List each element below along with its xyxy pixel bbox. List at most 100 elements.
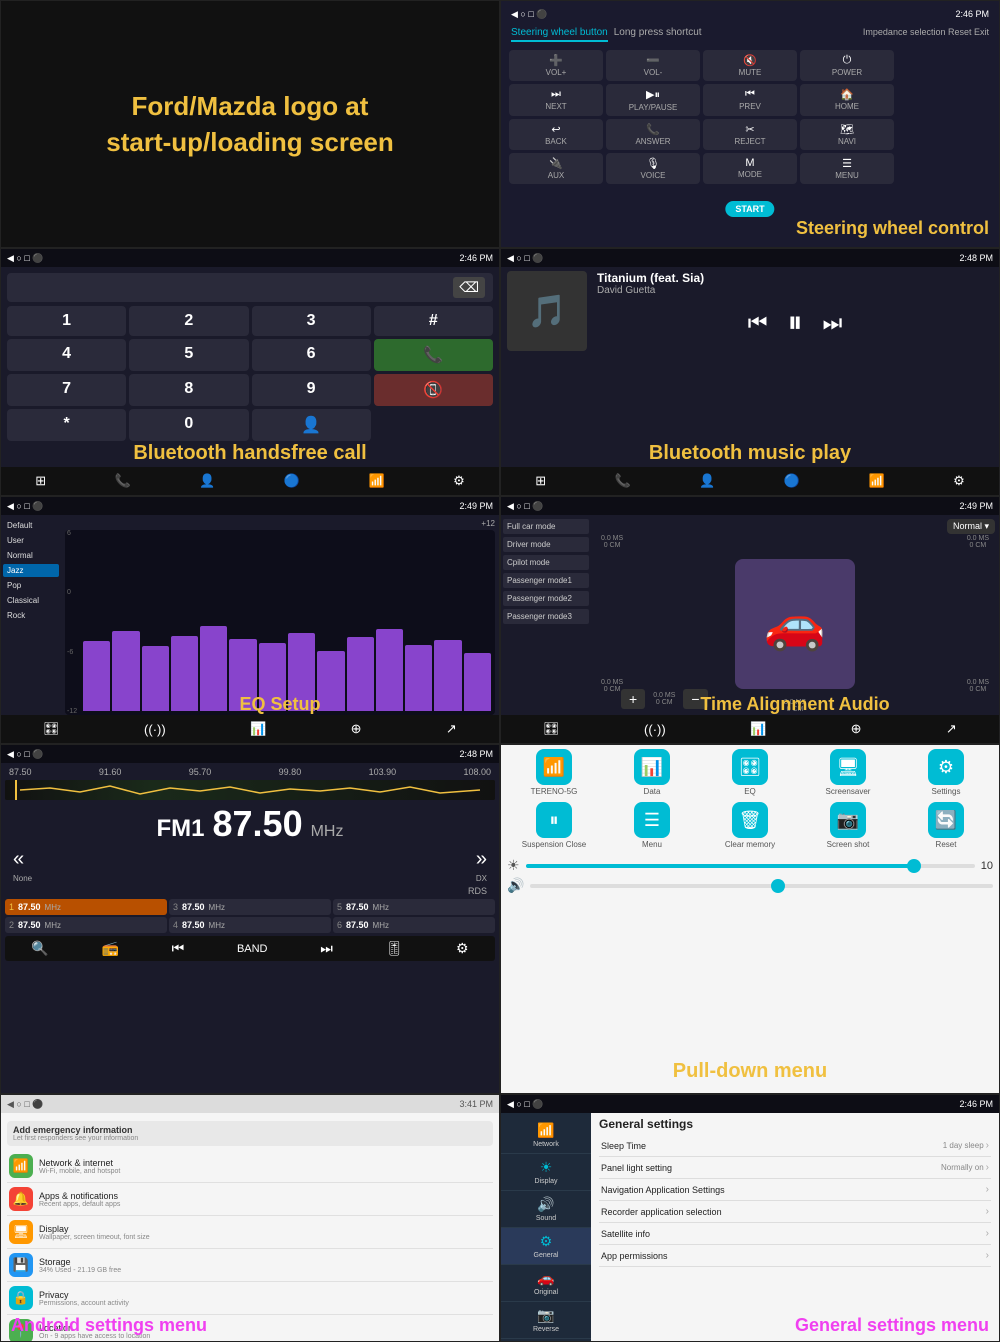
sw-btn-mode[interactable]: MMODE [703,153,797,184]
pd-screen-item[interactable]: 🖥 Screensaver [801,749,895,796]
gs-item-general[interactable]: ⚙ General [501,1228,591,1265]
gs-row-panel[interactable]: Panel light setting Normally on › [599,1157,991,1179]
nav-eq-eq[interactable]: ⊕ [351,721,362,737]
pd-shot-item[interactable]: 📷 Screen shot [801,802,895,849]
fm-preset-1[interactable]: 1 87.50 MHz [5,899,167,915]
sw-btn-power[interactable]: ⏻POWER [800,50,894,81]
nav-contacts2-icon[interactable]: 👤 [699,473,715,489]
ta-mode-driver[interactable]: Driver mode [503,537,589,552]
nav-bt2-icon[interactable]: 📶 [368,473,384,489]
sw-btn-mute[interactable]: 🔇MUTE [703,50,797,81]
fm-search-icon[interactable]: 🔍 [31,940,48,957]
nav-bt4-icon[interactable]: 📶 [868,473,884,489]
fm-band-btn[interactable]: BAND [237,943,268,955]
sw-btn-voice[interactable]: 🎙VOICE [606,153,700,184]
nav-ta-signal[interactable]: 📊 [750,721,766,737]
fm-preset-2[interactable]: 2 87.50 MHz [5,917,167,933]
sw-btn-playpause[interactable]: ▶⏸PLAY/PAUSE [606,84,700,116]
nav-phone-icon[interactable]: 📞 [115,473,131,489]
nav-settings2-icon[interactable]: ⚙ [953,473,965,489]
nav-settings-icon[interactable]: ⚙ [453,473,465,489]
ta-mode-pass2[interactable]: Passenger mode2 [503,591,589,606]
pd-susp-item[interactable]: ⏸ Suspension Close [507,802,601,849]
nav-phone2-icon[interactable]: 📞 [615,473,631,489]
fm-settings-icon[interactable]: ⚙ [456,940,469,957]
fm-prev-icon[interactable]: ⏮ [172,940,185,957]
gs-item-sound[interactable]: 🔊 Sound [501,1191,591,1228]
pd-wifi-item[interactable]: 📶 TERENO-5G [507,749,601,796]
sw-btn-reject[interactable]: ✂REJECT [703,119,797,150]
pd-clear-item[interactable]: 🗑 Clear memory [703,802,797,849]
pd-eq-icon[interactable]: 🎛 [732,749,768,785]
key-end[interactable]: 📵 [374,374,493,406]
fm-next-arrow[interactable]: » [476,848,487,871]
gs-row-nav[interactable]: Navigation Application Settings › [599,1179,991,1201]
gs-item-reverse[interactable]: 📷 Reverse [501,1302,591,1339]
ta-normal-btn[interactable]: Normal ▾ [947,519,995,534]
gs-row-satellite[interactable]: Satellite info › [599,1223,991,1245]
gs-item-original[interactable]: 🚗 Original [501,1265,591,1302]
eq-preset-pop[interactable]: Pop [3,579,59,592]
ta-mode-pass3[interactable]: Passenger mode3 [503,609,589,624]
fm-radio-icon[interactable]: 📻 [101,940,118,957]
fm-preset-5[interactable]: 5 87.50 MHz [333,899,495,915]
fm-preset-3[interactable]: 3 87.50 MHz [169,899,331,915]
nav-eq-right[interactable]: ↗ [446,721,457,737]
backspace-button[interactable]: ⌫ [453,277,485,298]
eq-preset-user[interactable]: User [3,534,59,547]
nav-ta-right[interactable]: ↗ [946,721,957,737]
fm-prev-arrow[interactable]: « [13,848,24,871]
pd-reset-icon[interactable]: 🔄 [928,802,964,838]
nav-ta-surround[interactable]: ((·)) [644,722,666,737]
key-8[interactable]: 8 [129,374,248,406]
android-display-item[interactable]: 🖥 Display Wallpaper, screen timeout, fon… [7,1216,493,1249]
key-hash[interactable]: # [374,306,493,336]
sw-btn-menu[interactable]: ☰MENU [800,153,894,184]
sw-btn-prev[interactable]: ⏮PREV [703,84,797,116]
nav-grid-icon[interactable]: ⊞ [35,473,46,489]
eq-preset-classical[interactable]: Classical [3,594,59,607]
key-7[interactable]: 7 [7,374,126,406]
pd-clear-icon[interactable]: 🗑 [732,802,768,838]
pd-brightness-slider[interactable] [526,864,975,868]
eq-preset-rock[interactable]: Rock [3,609,59,622]
pd-brightness-thumb[interactable] [907,859,921,873]
pd-eq-item[interactable]: 🎛 EQ [703,749,797,796]
pd-menu-icon[interactable]: ☰ [634,802,670,838]
key-4[interactable]: 4 [7,339,126,371]
fm-preset-4[interactable]: 4 87.50 MHz [169,917,331,933]
nav-ta-eq[interactable]: ⊕ [851,721,862,737]
sw-btn-volplus[interactable]: ➕VOL+ [509,50,603,81]
pd-settings-icon[interactable]: ⚙ [928,749,964,785]
android-storage-item[interactable]: 💾 Storage 34% Used - 21.19 GB free [7,1249,493,1282]
nav-ta-settings[interactable]: 🎛 [543,721,560,737]
sw-btn-home[interactable]: 🏠HOME [800,84,894,116]
key-2[interactable]: 2 [129,306,248,336]
android-apps-item[interactable]: 🔔 Apps & notifications Recent apps, defa… [7,1183,493,1216]
pd-volume-thumb[interactable] [771,879,785,893]
nav-eq-surround[interactable]: ((·)) [144,722,166,737]
sw-tab-active[interactable]: Steering wheel button [511,27,608,42]
key-9[interactable]: 9 [252,374,371,406]
dial-input[interactable]: ⌫ [7,273,493,302]
nav-eq-bass[interactable]: 📊 [250,721,266,737]
pd-reset-item[interactable]: 🔄 Reset [899,802,993,849]
key-contacts[interactable]: 👤 [252,409,371,441]
sw-btn-aux[interactable]: 🔌AUX [509,153,603,184]
pd-wifi-icon[interactable]: 📶 [536,749,572,785]
playpause-button[interactable]: ⏸ [788,306,803,340]
sw-start-button[interactable]: START [725,201,774,217]
eq-preset-normal[interactable]: Normal [3,549,59,562]
nav-grid2-icon[interactable]: ⊞ [535,473,546,489]
nav-bt-icon[interactable]: 🔵 [284,473,300,489]
key-0[interactable]: 0 [129,409,248,441]
key-3[interactable]: 3 [252,306,371,336]
sw-btn-answer[interactable]: 📞ANSWER [606,119,700,150]
key-call[interactable]: 📞 [374,339,493,371]
sw-btn-next[interactable]: ⏭NEXT [509,84,603,116]
next-button[interactable]: ⏭ [823,310,843,336]
key-6[interactable]: 6 [252,339,371,371]
fm-preset-6[interactable]: 6 87.50 MHz [333,917,495,933]
nav-eq-settings[interactable]: 🎛 [43,721,60,737]
sw-tab-inactive[interactable]: Long press shortcut [614,27,702,42]
